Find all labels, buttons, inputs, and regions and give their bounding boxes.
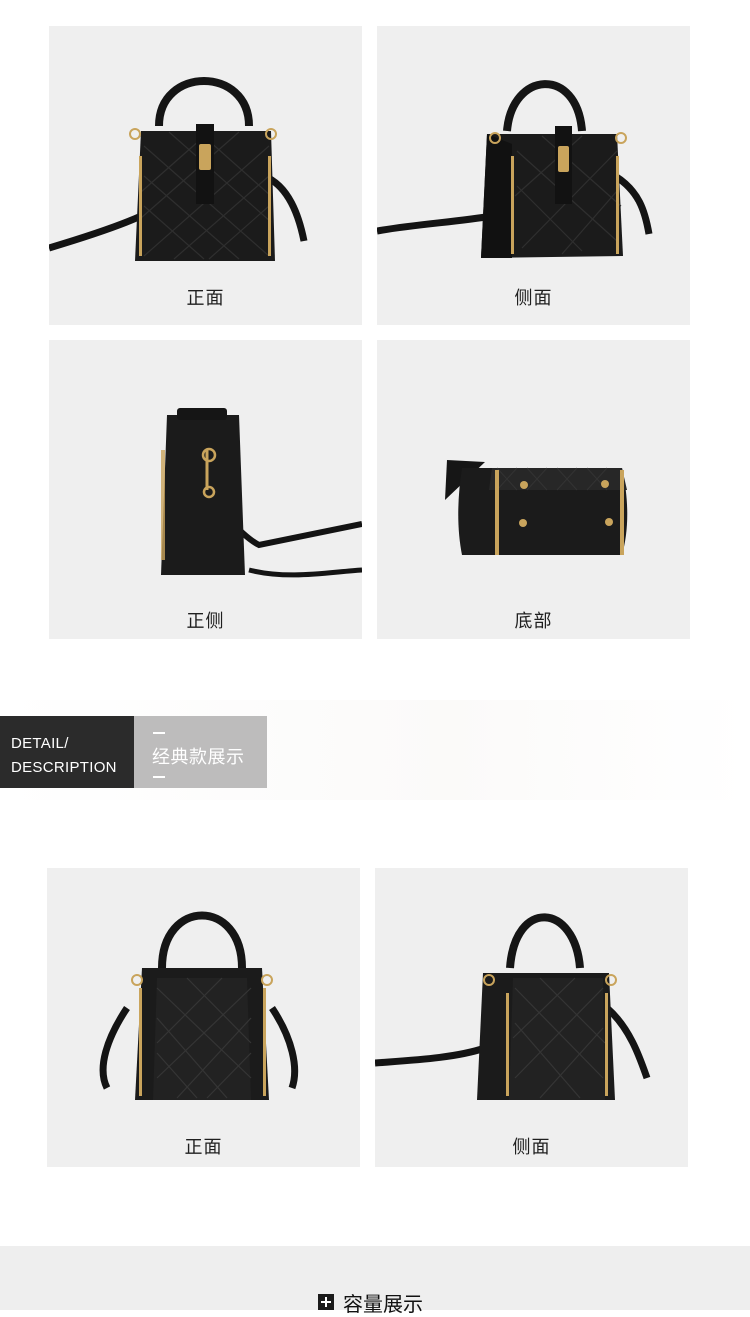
caption-profile: 正侧 — [186, 611, 225, 632]
banner-en-line1: DETAIL/ — [11, 735, 69, 752]
banner-zh-title: 经典款展示 — [152, 747, 245, 768]
capacity-section-title: 容量展示 — [318, 1290, 423, 1316]
caption-front: 正面 — [186, 288, 225, 309]
product-card-profile[interactable]: 正侧 — [49, 340, 362, 639]
bag-profile-image — [161, 408, 362, 578]
classic-bag-front-image — [99, 911, 299, 1100]
bag-front-image — [49, 77, 308, 261]
classic-caption-front: 正面 — [184, 1137, 223, 1158]
section-banner-zh: 经典款展示 — [134, 716, 267, 788]
product-card-bottom[interactable]: 底部 — [377, 340, 690, 639]
banner-en-line2: DESCRIPTION — [11, 759, 117, 776]
product-card-side[interactable]: 侧面 — [377, 26, 690, 325]
caption-side: 侧面 — [514, 288, 553, 309]
bag-side-image — [377, 80, 653, 258]
product-card-front[interactable]: 正面 — [49, 26, 362, 325]
section-banner-en: DETAIL/ DESCRIPTION — [0, 716, 134, 788]
classic-card-front[interactable]: 正面 — [47, 868, 360, 1167]
banner-dash-bottom — [153, 776, 165, 778]
capacity-title-text: 容量展示 — [343, 1291, 423, 1316]
classic-bag-side-image — [375, 913, 651, 1100]
caption-bottom: 底部 — [514, 611, 553, 632]
banner-dash-top — [153, 732, 165, 734]
classic-card-side[interactable]: 侧面 — [375, 868, 688, 1167]
classic-caption-side: 侧面 — [512, 1137, 551, 1158]
plus-square-icon — [318, 1294, 334, 1310]
bag-bottom-image — [445, 460, 628, 555]
